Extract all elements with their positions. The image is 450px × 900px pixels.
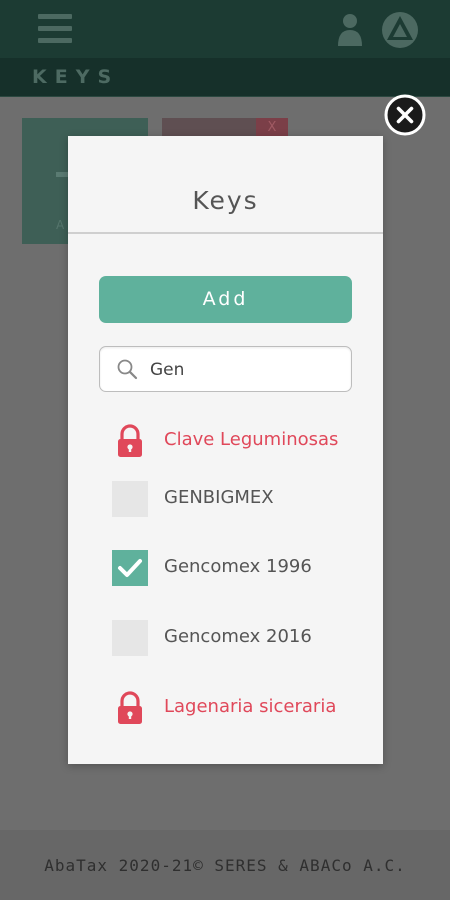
checkmark-icon	[118, 559, 142, 577]
key-item-lagenaria-siceraria[interactable]: Lagenaria siceraria	[112, 688, 362, 728]
checkbox[interactable]	[112, 620, 148, 656]
dialog-title: Keys	[192, 186, 259, 215]
tile-badge: X	[256, 118, 288, 138]
divider	[68, 232, 383, 234]
tile-label: A	[56, 218, 65, 232]
keys-dialog: Keys Add Clave Leguminosas GENBIGMEX	[68, 136, 383, 764]
key-label: GENBIGMEX	[164, 487, 274, 508]
search-input[interactable]	[148, 355, 342, 385]
key-item-genbigmex[interactable]: GENBIGMEX	[112, 479, 362, 519]
checkbox[interactable]	[112, 481, 148, 517]
key-item-clave-leguminosas[interactable]: Clave Leguminosas	[112, 421, 362, 461]
key-label: Lagenaria siceraria	[164, 696, 337, 717]
lock-icon	[112, 423, 148, 459]
add-button[interactable]: Add	[99, 276, 352, 323]
search-icon	[117, 359, 138, 380]
search-box[interactable]	[99, 346, 352, 392]
checkbox-checked[interactable]	[112, 550, 148, 586]
footer-text: AbaTax 2020-21© SERES & ABACo A.C.	[44, 856, 406, 875]
key-label: Clave Leguminosas	[164, 429, 339, 450]
section-title: KEYS	[32, 66, 120, 88]
section-bar: KEYS	[0, 58, 450, 97]
menu-icon[interactable]	[38, 14, 72, 46]
app-logo-icon	[382, 12, 418, 48]
key-item-gencomex-2016[interactable]: Gencomex 2016	[112, 618, 362, 658]
key-label: Gencomex 1996	[164, 556, 312, 577]
footer: AbaTax 2020-21© SERES & ABACo A.C.	[0, 830, 450, 900]
lock-icon	[112, 690, 148, 726]
key-label: Gencomex 2016	[164, 626, 312, 647]
close-icon[interactable]	[384, 94, 426, 136]
key-item-gencomex-1996[interactable]: Gencomex 1996	[112, 548, 362, 588]
user-icon[interactable]	[336, 12, 364, 48]
top-bar	[0, 0, 450, 58]
